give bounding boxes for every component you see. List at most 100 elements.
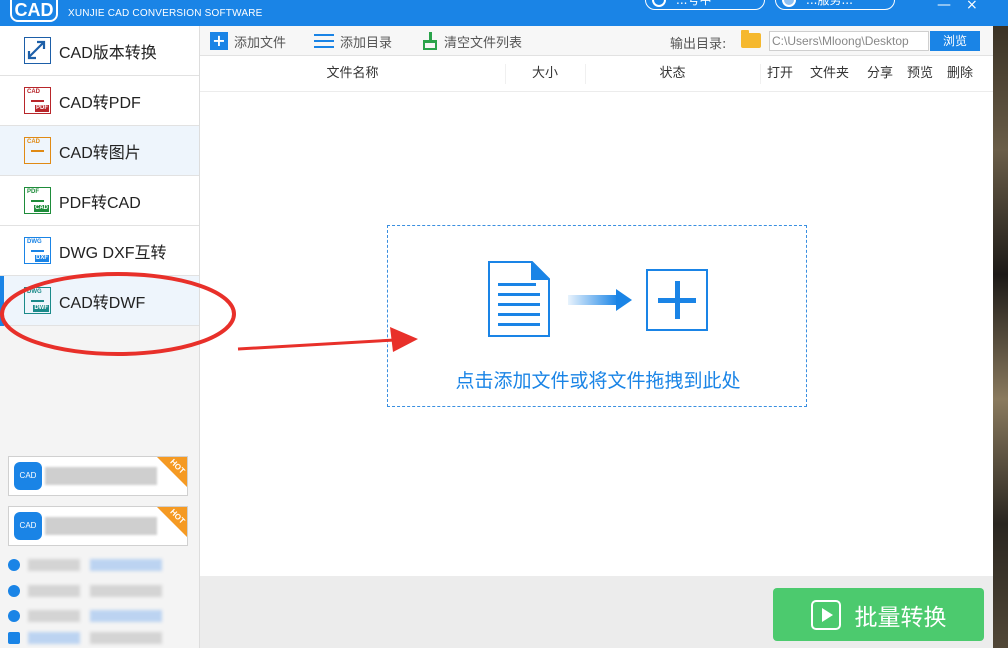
list-icon bbox=[314, 32, 334, 50]
file-table-header: 文件名称 大小 状态 打开 文件夹 分享 预览 删除 bbox=[200, 56, 1008, 92]
column-folder[interactable]: 文件夹 bbox=[802, 56, 857, 92]
sidebar-item-label: PDF转CAD bbox=[59, 194, 141, 212]
redacted-text bbox=[28, 610, 80, 622]
icon-tag: DWG bbox=[27, 289, 42, 295]
icon-tag: CAD bbox=[27, 139, 40, 145]
column-size[interactable]: 大小 bbox=[505, 56, 585, 92]
icon-tag: DXF bbox=[35, 255, 49, 262]
output-dir-label: 输出目录: bbox=[670, 37, 727, 52]
column-status[interactable]: 状态 bbox=[585, 56, 760, 92]
phone-icon bbox=[8, 632, 20, 644]
add-directory-label: 添加目录 bbox=[340, 35, 393, 51]
sidebar-item-cad-to-image[interactable]: CAD CAD转图片 bbox=[0, 126, 199, 176]
play-icon bbox=[810, 599, 841, 630]
column-open[interactable]: 打开 bbox=[760, 56, 800, 92]
sidebar-item-label: CAD转PDF bbox=[59, 94, 141, 112]
contact-row[interactable] bbox=[8, 559, 208, 573]
icon-tag: CAD bbox=[34, 205, 49, 212]
sidebar-item-label: CAD版本转换 bbox=[59, 44, 157, 62]
promo-banner[interactable]: CAD HOT bbox=[8, 506, 188, 546]
arrow-mark bbox=[31, 250, 44, 252]
account-pill-label: ...号中 bbox=[676, 0, 712, 7]
cad-version-icon bbox=[24, 37, 51, 64]
promo-label-redacted bbox=[45, 517, 157, 535]
sidebar-item-pdf-to-cad[interactable]: PDF CAD PDF转CAD bbox=[0, 176, 199, 226]
column-preview[interactable]: 预览 bbox=[900, 56, 940, 92]
app-subtitle: XUNJIE CAD CONVERSION SOFTWARE bbox=[68, 8, 263, 19]
contact-row[interactable] bbox=[8, 610, 208, 624]
redacted-text bbox=[28, 585, 80, 597]
toolbar: + 添加文件 添加目录 清空文件列表 输出目录: C:\Users\Mloong… bbox=[200, 26, 1008, 56]
icon-tag: DWG bbox=[27, 239, 42, 245]
dwg-dxf-icon: DWG DXF bbox=[24, 237, 51, 264]
sidebar-item-label: CAD转图片 bbox=[59, 144, 141, 162]
icon-tag: PDF bbox=[27, 189, 39, 195]
cad-to-image-icon: CAD bbox=[24, 137, 51, 164]
output-path-field[interactable]: C:\Users\Mloong\Desktop bbox=[769, 31, 929, 51]
annotation-arrow-line bbox=[237, 338, 396, 351]
arrow-right-icon bbox=[568, 289, 632, 311]
clear-list-label: 清空文件列表 bbox=[444, 35, 523, 51]
cad-app-icon: CAD bbox=[14, 462, 42, 490]
customer-service-icon bbox=[8, 585, 20, 597]
minimize-button[interactable]: — bbox=[937, 0, 951, 12]
redacted-text bbox=[28, 559, 80, 571]
service-pill-label: ...服务... bbox=[806, 0, 853, 7]
cad-to-pdf-icon: CAD PDF bbox=[24, 87, 51, 114]
sidebar-item-dwg-dxf[interactable]: DWG DXF DWG DXF互转 bbox=[0, 226, 199, 276]
sidebar-item-cad-version[interactable]: CAD版本转换 bbox=[0, 26, 199, 76]
cad-to-dwf-icon: DWG DWF bbox=[24, 287, 51, 314]
arrow-mark bbox=[31, 150, 44, 152]
cad-app-icon: CAD bbox=[14, 512, 42, 540]
redacted-text bbox=[90, 585, 162, 597]
background-photo bbox=[993, 26, 1008, 648]
title-bar: CAD XUNJIE CAD CONVERSION SOFTWARE ...号中… bbox=[0, 0, 1008, 26]
add-file-button[interactable]: + 添加文件 bbox=[210, 26, 286, 56]
column-delete[interactable]: 删除 bbox=[940, 56, 980, 92]
promo-label-redacted bbox=[45, 467, 157, 485]
redacted-text bbox=[90, 610, 162, 622]
folder-icon[interactable] bbox=[741, 30, 761, 48]
icon-tag: CAD bbox=[27, 89, 40, 95]
sidebar-item-cad-to-dwf[interactable]: DWG DWF CAD转DWF bbox=[0, 276, 199, 326]
icon-tag: PDF bbox=[35, 105, 49, 112]
batch-convert-button[interactable]: 批量转换 bbox=[773, 588, 984, 641]
file-drop-zone[interactable]: 点击添加文件或将文件拖拽到此处 bbox=[387, 225, 807, 407]
contact-row[interactable] bbox=[8, 585, 208, 599]
column-share[interactable]: 分享 bbox=[860, 56, 900, 92]
column-filename[interactable]: 文件名称 bbox=[200, 56, 505, 92]
add-file-label: 添加文件 bbox=[234, 35, 287, 51]
user-icon bbox=[652, 0, 666, 7]
sidebar: CAD版本转换 CAD PDF CAD转PDF CAD CAD转图片 PDF C… bbox=[0, 26, 200, 648]
promo-banner[interactable]: CAD HOT bbox=[8, 456, 188, 496]
icon-tag: DWF bbox=[33, 305, 49, 312]
arrow-mark bbox=[31, 300, 44, 302]
account-pill[interactable]: ...号中 bbox=[645, 0, 765, 10]
redacted-text bbox=[90, 632, 162, 644]
service-icon bbox=[782, 0, 796, 7]
pdf-to-cad-icon: PDF CAD bbox=[24, 187, 51, 214]
app-logo: CAD bbox=[10, 0, 58, 22]
redacted-text bbox=[90, 559, 162, 571]
clear-list-button[interactable]: 清空文件列表 bbox=[422, 26, 522, 56]
service-pill[interactable]: ...服务... bbox=[775, 0, 895, 10]
broom-icon bbox=[422, 32, 438, 50]
add-file-icon: + bbox=[210, 32, 228, 50]
contact-row[interactable] bbox=[8, 632, 208, 646]
close-button[interactable]: × bbox=[966, 0, 978, 12]
arrow-mark bbox=[31, 200, 44, 202]
arrow-mark bbox=[31, 100, 44, 102]
add-directory-button[interactable]: 添加目录 bbox=[314, 26, 392, 56]
browse-button[interactable]: 浏览 bbox=[930, 31, 980, 51]
sidebar-item-label: DWG DXF互转 bbox=[59, 244, 167, 262]
web-icon bbox=[8, 610, 20, 622]
batch-convert-label: 批量转换 bbox=[854, 604, 947, 631]
footer-bar: 批量转换 bbox=[200, 576, 1008, 648]
drop-zone-hint: 点击添加文件或将文件拖拽到此处 bbox=[455, 370, 741, 392]
add-file-plus-icon bbox=[646, 269, 708, 331]
redacted-text bbox=[28, 632, 80, 644]
document-icon bbox=[488, 261, 550, 337]
sidebar-item-label: CAD转DWF bbox=[59, 294, 146, 312]
sidebar-item-cad-to-pdf[interactable]: CAD PDF CAD转PDF bbox=[0, 76, 199, 126]
qq-icon bbox=[8, 559, 20, 571]
